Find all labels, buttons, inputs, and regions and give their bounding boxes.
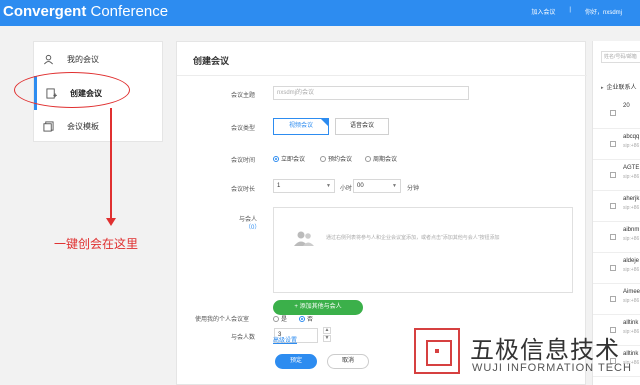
checkbox-icon[interactable]: [610, 296, 616, 302]
increment-button[interactable]: ▲: [323, 327, 331, 334]
contact-name: 20: [623, 103, 630, 109]
option-label: 否: [307, 317, 314, 323]
watermark: 五极信息技术 WUJI INFORMATION TECH: [414, 328, 640, 378]
contact-name: aherjk: [623, 196, 640, 202]
select-value: 1: [277, 183, 281, 189]
personal-room-yes[interactable]: 是: [273, 314, 287, 323]
option-label: 立即会议: [281, 157, 306, 163]
contacts-search-input[interactable]: 姓名/号码/邮箱: [601, 51, 640, 63]
user-greeting[interactable]: 你好，nxsdmj: [585, 7, 622, 16]
contact-address: sip:+86: [623, 143, 640, 149]
contact-row[interactable]: AGTE sip:+86: [593, 161, 640, 191]
annotation-line: [110, 108, 112, 220]
participants-box[interactable]: 通过右侧列表将参与人和企业会议室添加，或者点击"添加其他与会人"按钮添加: [273, 207, 573, 293]
checkbox-icon[interactable]: [610, 265, 616, 271]
participants-count: （0）: [245, 225, 261, 231]
duration-label: 会议时长: [231, 187, 256, 193]
count-label: 与会人数: [231, 335, 256, 341]
contact-row[interactable]: abcqq sip:+86: [593, 130, 640, 160]
contact-address: sip:+86: [623, 267, 640, 273]
option-label: 语音会议: [349, 123, 374, 129]
user-icon: [42, 53, 54, 65]
video-meeting-option[interactable]: 视频会议: [273, 118, 329, 135]
radio-checked-icon: [299, 315, 305, 322]
option-label: 是: [281, 317, 288, 323]
contact-name: Aimee: [623, 289, 640, 295]
checkbox-icon[interactable]: [610, 172, 616, 178]
contact-name: aldeje: [623, 258, 640, 264]
sidebar-item-meeting-templates[interactable]: 会议模板: [34, 109, 164, 143]
watermark-cn: 五极信息技术: [470, 337, 620, 364]
contact-name: alltink: [623, 320, 639, 326]
template-icon: [42, 120, 54, 132]
contact-address: sip:+86: [623, 205, 640, 211]
duration-minutes-select[interactable]: 00 ▼: [353, 179, 401, 193]
brand-rest: Conference: [86, 3, 169, 20]
watermark-en: WUJI INFORMATION TECH: [472, 362, 632, 374]
join-meeting-link[interactable]: 加入会议: [531, 7, 555, 16]
contact-name: abcqq: [623, 134, 640, 140]
option-label: 视频会议: [288, 123, 313, 129]
type-label: 会议类型: [231, 126, 256, 132]
checkbox-icon[interactable]: [610, 141, 616, 147]
contact-row[interactable]: aldeje sip:+86: [593, 254, 640, 284]
annotation-text: 一键创会在这里: [54, 237, 139, 251]
contact-row[interactable]: aibnm sip:+86: [593, 223, 640, 253]
radio-icon: [273, 315, 279, 322]
chevron-down-icon: ▼: [392, 183, 397, 189]
watermark-logo-icon: [414, 328, 460, 374]
radio-icon: [320, 155, 326, 162]
annotation-ellipse: [14, 72, 130, 108]
subject-label: 会议主题: [231, 93, 256, 99]
selected-corner-icon: [321, 119, 328, 126]
checkbox-icon[interactable]: [610, 110, 616, 116]
hours-unit: 小时: [340, 186, 353, 192]
contacts-group-header[interactable]: 企业联系人: [601, 82, 637, 91]
contact-address: sip:+86: [623, 174, 640, 180]
brand-bold: Convergent: [3, 3, 87, 20]
page-title: 创建会议: [193, 56, 230, 66]
sidebar-item-my-meetings[interactable]: 我的会议: [34, 42, 164, 76]
top-nav: 加入会议 | 你好，nxsdmj: [531, 7, 622, 16]
annotation-arrow-icon: [106, 218, 116, 226]
option-label: 预约会议: [328, 157, 353, 163]
participants-icon: [294, 230, 314, 249]
contact-address: sip:+86: [623, 236, 640, 242]
subject-input[interactable]: nxsdmj的会议: [273, 86, 469, 100]
decrement-button[interactable]: ▼: [323, 335, 331, 342]
contact-row[interactable]: Aimee sip:+86: [593, 285, 640, 315]
voice-meeting-option[interactable]: 语音会议: [335, 118, 389, 135]
duration-hours-select[interactable]: 1 ▼: [273, 179, 335, 193]
advanced-settings-link[interactable]: 高级设置: [273, 335, 297, 344]
submit-button[interactable]: 预定: [275, 354, 317, 369]
chevron-down-icon: ▼: [326, 183, 331, 189]
sidebar-item-label: 会议模板: [67, 121, 99, 131]
contact-name: aibnm: [623, 227, 640, 233]
checkbox-icon[interactable]: [610, 234, 616, 240]
time-label: 会议时间: [231, 158, 256, 164]
contact-name: AGTE: [623, 165, 640, 171]
checkbox-icon[interactable]: [610, 203, 616, 209]
contact-row[interactable]: 20: [593, 99, 640, 129]
minutes-unit: 分钟: [407, 186, 420, 192]
personal-room-label: 使用我的个人会议室: [195, 317, 250, 323]
contact-row[interactable]: aherjk sip:+86: [593, 192, 640, 222]
time-option-instant[interactable]: 立即会议: [273, 154, 305, 163]
time-option-scheduled[interactable]: 预约会议: [320, 154, 352, 163]
personal-room-no[interactable]: 否: [299, 314, 313, 323]
radio-icon: [365, 155, 371, 162]
divider: [177, 75, 587, 76]
nav-separator: |: [569, 7, 571, 13]
app-logo[interactable]: Convergent Conference: [3, 2, 168, 22]
participants-hint: 通过右侧列表将参与人和企业会议室添加，或者点击"添加其他与会人"按钮添加: [326, 235, 500, 241]
add-participant-button[interactable]: + 添加其他与会人: [273, 300, 363, 315]
contact-address: sip:+86: [623, 298, 640, 304]
sidebar-item-label: 我的会议: [67, 54, 99, 64]
select-value: 00: [357, 183, 364, 189]
top-bar: Convergent Conference 加入会议 | 你好，nxsdmj: [0, 0, 640, 26]
radio-checked-icon: [273, 155, 279, 162]
time-option-recurring[interactable]: 周期会议: [365, 154, 397, 163]
option-label: 周期会议: [373, 157, 398, 163]
cancel-button[interactable]: 取消: [327, 354, 369, 369]
